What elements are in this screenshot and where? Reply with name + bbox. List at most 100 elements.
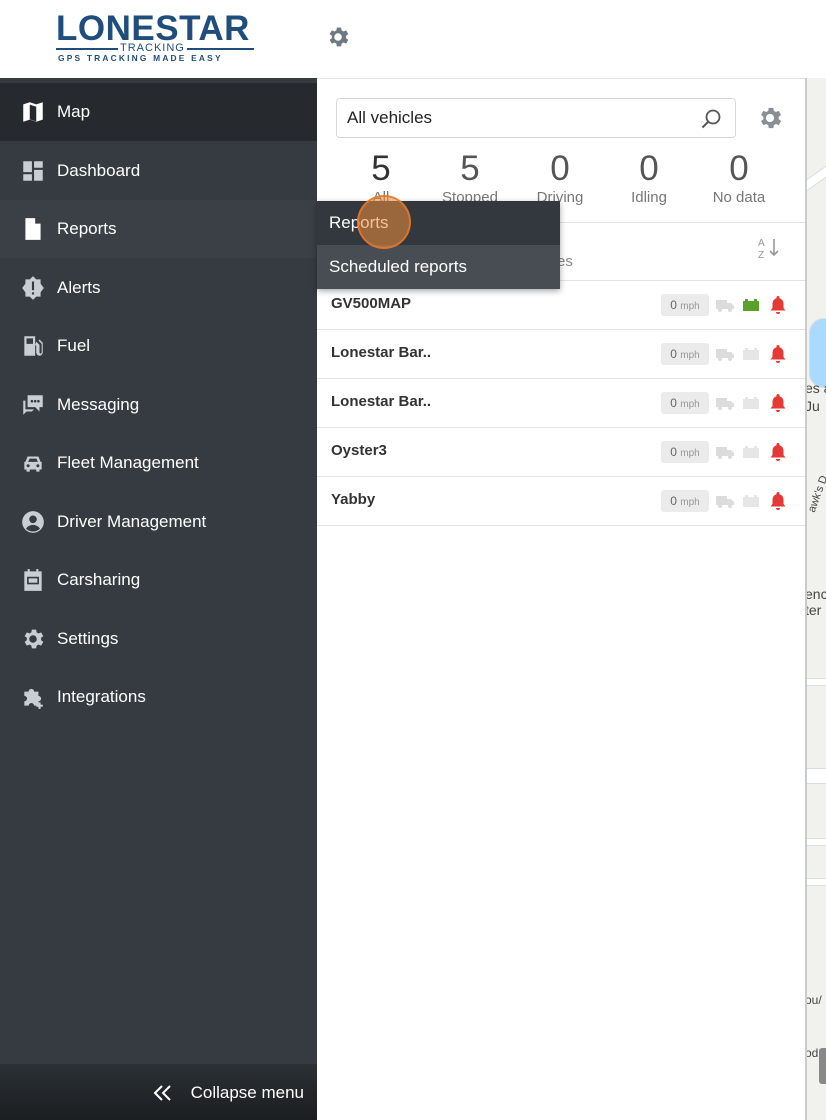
stat-label: Idling [631,189,667,206]
stat-all[interactable]: 5 All [336,149,426,207]
sidebar-item-integrations[interactable]: Integrations [0,668,317,726]
stat-count: 5 [371,149,391,188]
map-road [807,838,826,846]
battery-icon [743,495,759,507]
vehicle-search[interactable] [336,98,736,138]
sidebar-item-messaging[interactable]: Messaging [0,376,317,434]
flyout-item-scheduled-reports[interactable]: Scheduled reports [317,245,560,289]
map-label: awk's D [805,474,826,514]
bell-alert-icon[interactable] [769,295,787,315]
sidebar-item-label: Fleet Management [57,453,199,472]
vehicle-row[interactable]: Oyster3 0 mph [317,428,805,477]
map-label: ou/ [805,993,822,1007]
sidebar-item-label: Messaging [57,395,140,414]
flyout-item-reports[interactable]: Reports [317,201,560,245]
speed-unit: mph [680,448,700,459]
sort-az-icon[interactable]: A Z [757,235,781,261]
vehicle-name: Oyster3 [331,442,387,459]
map-road [807,162,826,194]
map-label: Ju [805,398,820,414]
vehicle-name: Lonestar Bar.. [331,393,432,410]
vehicle-name: GV500MAP [331,295,412,312]
map-view[interactable]: es a Ju awk's D enc ter ou/ od [805,78,826,1120]
speed-badge: 0 mph [661,441,709,463]
speed-badge: 0 mph [661,392,709,414]
sidebar-item-settings[interactable]: Settings [0,610,317,668]
truck-icon [716,496,734,508]
flyout-item-label: Scheduled reports [329,257,467,276]
sidebar-item-reports[interactable]: Reports [0,200,317,258]
gear-icon [24,629,44,649]
sidebar-item-map[interactable]: Map [0,83,317,141]
stat-driving[interactable]: 0 Driving [515,149,605,207]
battery-icon [743,446,759,458]
sidebar-item-label: Carsharing [57,570,141,589]
flyout-item-label: Reports [329,213,389,232]
double-chevron-left-icon [153,1085,171,1101]
stat-count: 5 [460,149,480,188]
map-road [807,768,826,784]
map-label: od [805,1046,819,1060]
battery-icon [743,348,759,360]
map-zoom-control[interactable] [819,1048,826,1084]
battery-icon [743,397,759,409]
stat-idling[interactable]: 0 Idling [604,149,694,207]
lonestar-logo[interactable]: LONESTAR TRACKING GPS TRACKING MADE EASY [56,11,256,64]
document-icon [25,218,41,240]
truck-icon [716,300,734,312]
vehicle-row[interactable]: Lonestar Bar.. 0 mph [317,379,805,428]
sidebar-nav: Map Dashboard Reports Alerts Fuel Messag… [0,78,317,1120]
sidebar-item-fuel[interactable]: Fuel [0,317,317,375]
puzzle-icon [24,688,43,709]
search-input[interactable] [347,108,687,128]
vehicle-row[interactable]: Lonestar Bar.. 0 mph [317,330,805,379]
stat-no-data[interactable]: 0 No data [694,149,784,207]
speed-unit: mph [680,301,700,312]
speed-unit: mph [680,497,700,508]
sidebar-item-label: Alerts [57,278,101,297]
bell-alert-icon[interactable] [769,442,787,462]
map-label: enc [805,586,826,602]
bell-alert-icon[interactable] [769,491,787,511]
sidebar-item-label: Fuel [57,336,91,355]
car-icon [24,456,42,472]
sidebar-item-label: Map [57,102,91,121]
sidebar-item-alerts[interactable]: Alerts [0,259,317,317]
gear-icon[interactable] [756,104,784,132]
speed-value: 0 [670,494,677,508]
stat-stopped[interactable]: 5 Stopped [425,149,515,207]
sidebar-item-label: Settings [57,629,119,648]
sidebar-item-label: Reports [57,219,117,238]
map-road [807,878,826,886]
chat-icon [23,395,43,415]
user-icon [22,511,44,533]
speed-value: 0 [670,347,677,361]
sidebar-item-label: Integrations [57,687,146,706]
sidebar-item-driver-management[interactable]: Driver Management [0,493,317,551]
sidebar-item-carsharing[interactable]: Carsharing [0,551,317,609]
svg-text:Z: Z [758,250,764,261]
logo-tagline: GPS TRACKING MADE EASY [58,53,223,63]
speed-unit: mph [680,399,700,410]
gear-icon[interactable] [325,24,351,50]
stat-count: 0 [729,149,749,188]
svg-text:A: A [758,238,765,249]
vehicle-row[interactable]: Yabby 0 mph [317,477,805,526]
truck-icon [716,349,734,361]
bell-alert-icon[interactable] [769,393,787,413]
speed-badge: 0 mph [661,294,709,316]
vehicle-name: Yabby [331,491,376,508]
map-label: ter [805,602,822,618]
speed-badge: 0 mph [661,490,709,512]
top-header: LONESTAR TRACKING GPS TRACKING MADE EASY [0,0,826,78]
sidebar-item-label: Dashboard [57,161,141,180]
bell-alert-icon[interactable] [769,344,787,364]
dashboard-icon [23,161,43,181]
collapse-menu-button[interactable]: Collapse menu [0,1064,317,1120]
search-icon[interactable] [699,107,723,131]
sidebar-item-dashboard[interactable]: Dashboard [0,142,317,200]
sidebar-item-label: Driver Management [57,512,207,531]
sidebar-item-fleet-management[interactable]: Fleet Management [0,434,317,492]
truck-icon [716,398,734,410]
stat-label: No data [712,189,766,206]
